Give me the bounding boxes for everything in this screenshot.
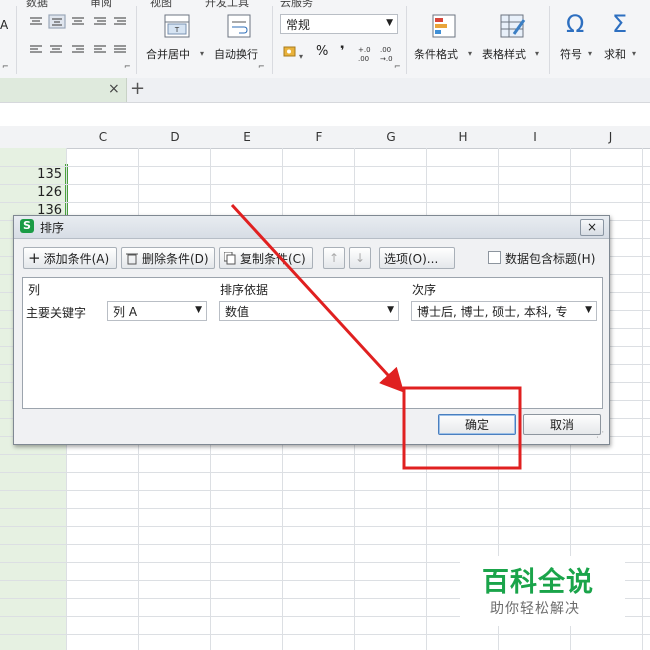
annotation-overlay bbox=[230, 203, 522, 470]
annotation-arrow bbox=[230, 203, 405, 393]
annotation-highlight-box bbox=[402, 386, 522, 470]
